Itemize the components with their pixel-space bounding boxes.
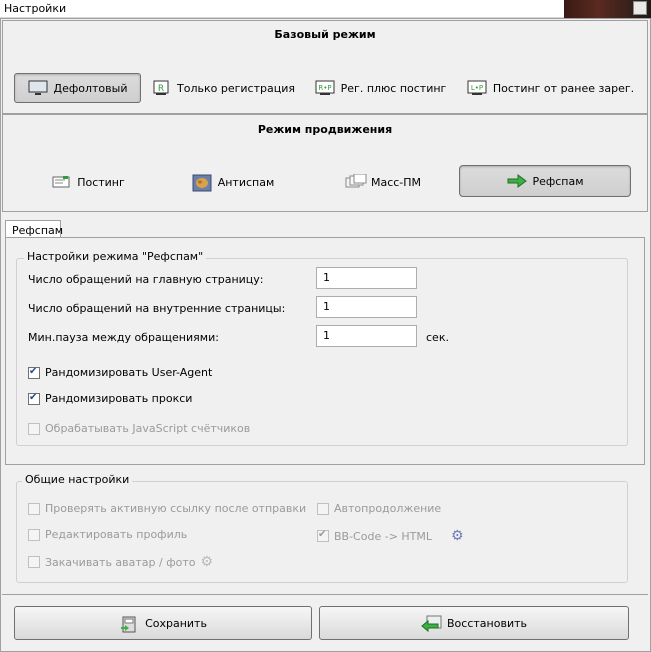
promo-mass-pm-label: Масс-ПМ — [370, 175, 422, 189]
randomize-user-agent-checkbox[interactable]: Рандомизировать User-Agent — [28, 366, 212, 379]
randomize-user-agent-box[interactable] — [28, 366, 40, 379]
promo-mode-title: Режим продвижения — [257, 123, 393, 136]
bbcode-settings-gear-icon[interactable]: ⚙ — [451, 528, 464, 544]
upload-avatar-box — [28, 556, 40, 568]
mass-pm-icon — [345, 173, 367, 190]
check-active-link-label: Проверять активную ссылку после отправки — [45, 502, 307, 515]
promo-posting-button[interactable]: Постинг — [23, 167, 153, 197]
promo-refspam-button[interactable]: Рефспам — [459, 165, 631, 197]
bbcode-html-label: BB-Code -> HTML — [334, 529, 433, 543]
title-bar: Настройки — [0, 0, 651, 18]
promo-refspam-label: Рефспам — [532, 174, 584, 188]
main-page-hits-input[interactable]: 1 — [316, 267, 417, 289]
tab-refspam-label: Рефспам — [12, 224, 64, 237]
main-page-hits-label: Число обращений на главную страницу: — [28, 273, 264, 286]
monitor-icon — [28, 80, 48, 96]
base-mode-register-posting-label: Рег. плюс постинг — [340, 81, 447, 95]
randomize-proxy-box[interactable] — [28, 392, 40, 405]
base-mode-default-button[interactable]: Дефолтовый — [14, 73, 141, 103]
refspam-settings-title: Настройки режима "Рефспам" — [24, 250, 207, 263]
tab-refspam[interactable]: Рефспам — [5, 220, 64, 238]
base-mode-login-posting-label: Постинг от ранее зарег. — [492, 81, 635, 95]
restore-label: Восстановить — [447, 616, 527, 630]
auto-continue-checkbox: Автопродолжение — [317, 502, 441, 515]
general-settings-title: Общие настройки — [22, 473, 133, 486]
register-posting-icon: R•P — [315, 80, 335, 96]
base-mode-title: Базовый режим — [274, 28, 376, 41]
svg-text:R: R — [158, 84, 164, 94]
save-button[interactable]: Сохранить — [14, 606, 312, 640]
randomize-proxy-label: Рандомизировать прокси — [45, 392, 193, 405]
base-mode-register-posting-button[interactable]: R•P Рег. плюс постинг — [308, 73, 453, 103]
base-mode-default-label: Дефолтовый — [53, 81, 128, 95]
restore-button[interactable]: Восстановить — [319, 606, 629, 640]
edit-profile-checkbox: Редактировать профиль — [28, 528, 187, 541]
process-js-counters-label: Обрабатывать JavaScript счётчиков — [45, 422, 251, 435]
check-active-link-checkbox: Проверять активную ссылку после отправки — [28, 502, 306, 515]
inner-page-hits-input[interactable]: 1 — [316, 296, 417, 318]
base-mode-register-button[interactable]: R Только регистрация — [148, 73, 298, 103]
auto-continue-box — [317, 502, 329, 515]
process-js-counters-box — [28, 422, 40, 435]
randomize-proxy-checkbox[interactable]: Рандомизировать прокси — [28, 392, 192, 405]
bbcode-html-checkbox: BB-Code -> HTML ⚙ — [317, 528, 464, 544]
save-icon — [119, 615, 139, 633]
svg-text:R•P: R•P — [318, 84, 331, 92]
randomize-user-agent-label: Рандомизировать User-Agent — [45, 366, 213, 379]
close-button[interactable] — [633, 1, 647, 15]
edit-profile-label: Редактировать профиль — [45, 528, 188, 541]
upload-avatar-label: Закачивать аватар / фото — [45, 555, 196, 569]
bbcode-html-box — [317, 529, 329, 542]
posting-icon — [51, 174, 71, 190]
edit-profile-box — [28, 528, 40, 541]
base-mode-register-label: Только регистрация — [177, 81, 295, 95]
upload-avatar-checkbox: Закачивать аватар / фото ⚙ — [28, 554, 213, 570]
promo-posting-label: Постинг — [77, 175, 125, 189]
promo-mode-panel: Режим продвижения Постинг Антиспам Масс-… — [2, 114, 648, 212]
promo-antispam-button[interactable]: Антиспам — [168, 167, 298, 197]
min-pause-label: Мин.пауза между обращениями: — [28, 331, 219, 344]
check-active-link-box — [28, 502, 40, 515]
min-pause-unit: сек. — [426, 331, 449, 344]
promo-antispam-label: Антиспам — [217, 175, 275, 189]
restore-icon — [421, 615, 442, 633]
min-pause-input[interactable]: 1 — [316, 325, 417, 347]
auto-continue-label: Автопродолжение — [334, 502, 442, 515]
promo-mass-pm-button[interactable]: Масс-ПМ — [323, 167, 443, 197]
window-title: Настройки — [4, 2, 67, 15]
refspam-icon — [506, 173, 528, 189]
antispam-icon — [192, 174, 212, 192]
base-mode-login-posting-button[interactable]: L•P Постинг от ранее зарег. — [463, 73, 638, 103]
login-posting-icon: L•P — [467, 80, 487, 96]
base-mode-panel: Базовый режим Дефолтовый R Только регист… — [2, 20, 648, 114]
register-icon: R — [151, 80, 171, 96]
save-label: Сохранить — [145, 616, 207, 630]
inner-page-hits-label: Число обращений на внутренние страницы: — [28, 302, 286, 315]
avatar-settings-gear-icon: ⚙ — [200, 554, 214, 570]
svg-text:L•P: L•P — [471, 84, 483, 92]
process-js-counters-checkbox: Обрабатывать JavaScript счётчиков — [28, 422, 250, 435]
